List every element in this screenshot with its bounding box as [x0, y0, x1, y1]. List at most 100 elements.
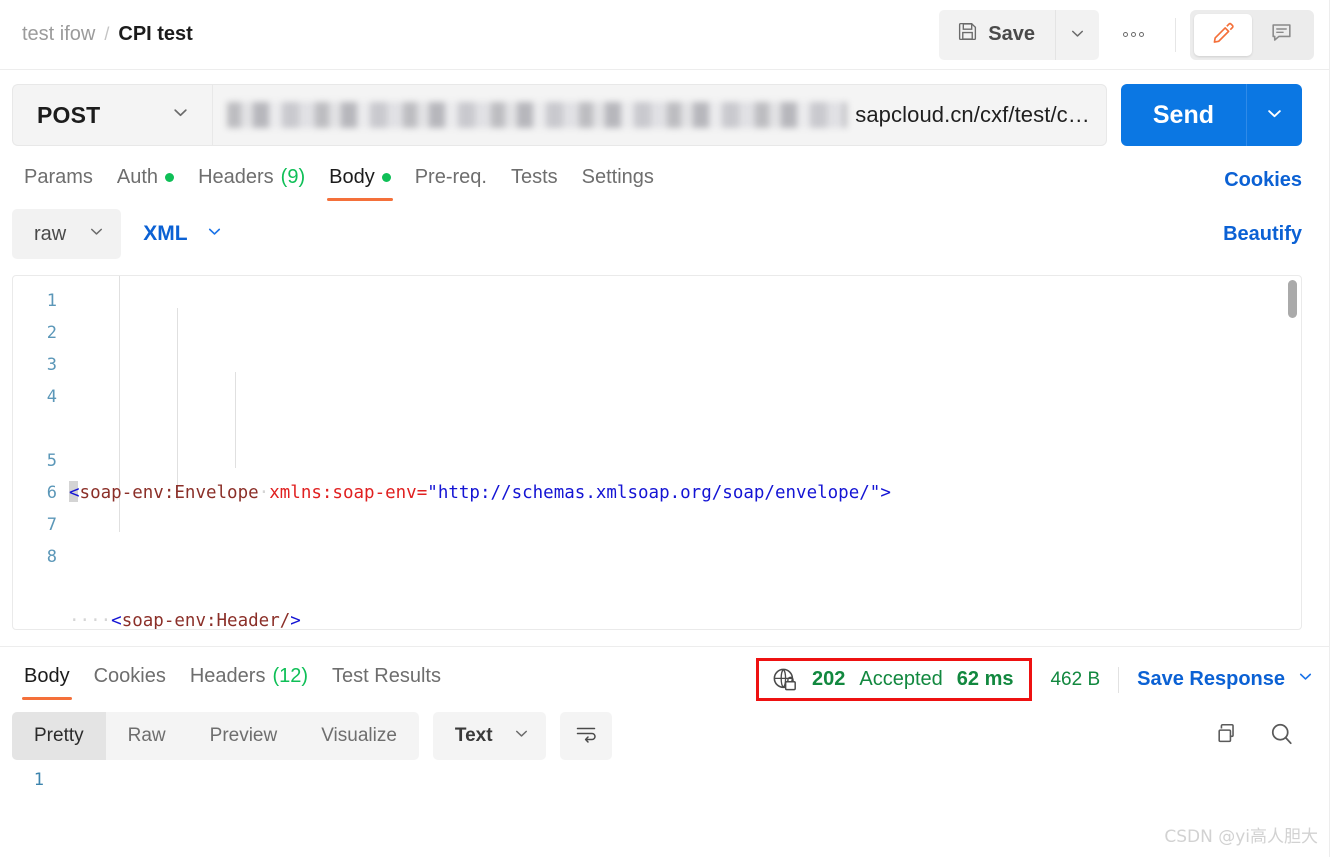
response-view-raw[interactable]: Raw — [106, 712, 188, 760]
cookies-link[interactable]: Cookies — [1224, 169, 1302, 192]
body-mode-label: raw — [34, 222, 67, 245]
response-view-segmented-control: Pretty Raw Preview Visualize — [12, 712, 419, 760]
response-format-label: Text — [454, 725, 493, 746]
request-body-editor[interactable]: 1 2 3 4 5 6 7 8 <soap-env:Envelope·xmlns… — [12, 275, 1302, 630]
line-number: 1 — [33, 770, 44, 790]
response-view-preview[interactable]: Preview — [188, 712, 300, 760]
response-tools-right — [1213, 720, 1314, 753]
code-token-tag: soap-env:Envelope — [79, 483, 259, 503]
response-format-select[interactable]: Text — [432, 712, 546, 760]
body-mode-select[interactable]: raw — [12, 209, 122, 259]
body-format-select[interactable]: XML — [137, 222, 228, 246]
status-text: 202 Accepted 62 ms — [812, 668, 1013, 691]
tab-settings[interactable]: Settings — [570, 158, 666, 203]
response-tab-headers-count: (12) — [272, 665, 309, 687]
chevron-down-icon — [513, 725, 530, 748]
response-tab-headers-label: Headers — [189, 665, 266, 687]
save-button-label: Save — [988, 23, 1035, 45]
tab-auth-label: Auth — [116, 166, 159, 188]
body-format-label: XML — [143, 222, 188, 245]
http-method-label: POST — [37, 101, 101, 128]
status-badge: 202 Accepted 62 ms — [756, 658, 1033, 701]
chevron-down-icon — [88, 223, 105, 246]
word-wrap-icon — [574, 722, 598, 751]
copy-button[interactable] — [1213, 720, 1240, 752]
save-response-label: Save Response — [1137, 668, 1285, 690]
header-actions: Save — [939, 0, 1314, 69]
tab-tests[interactable]: Tests — [499, 158, 570, 203]
url-input[interactable]: sapcloud.cn/cxf/test/c… — [212, 84, 1107, 146]
more-actions-button[interactable] — [1105, 10, 1161, 60]
tab-settings-label: Settings — [581, 166, 654, 188]
chevron-down-icon — [171, 103, 190, 127]
watermark: CSDN @yi高人胆大 — [1164, 827, 1318, 847]
response-view-visualize[interactable]: Visualize — [299, 712, 419, 760]
line-number: 7 — [46, 515, 57, 535]
request-tabs: Params Auth Headers (9) Body Pre-req. Te… — [0, 146, 1330, 203]
tab-headers[interactable]: Headers (9) — [186, 158, 317, 203]
response-body-viewer[interactable]: 1 — [0, 760, 1330, 790]
save-options-button[interactable] — [1055, 9, 1099, 60]
line-number: 2 — [46, 323, 57, 343]
beautify-link[interactable]: Beautify — [1223, 223, 1302, 246]
editor-line-numbers: 1 2 3 4 5 6 7 8 — [13, 276, 69, 629]
send-button-group: Send — [1120, 84, 1302, 146]
globe-lock-icon — [771, 666, 798, 693]
url-visible-text: sapcloud.cn/cxf/test/c… — [855, 102, 1090, 127]
breadcrumb-collection[interactable]: test ifow — [22, 23, 95, 46]
tab-tests-label: Tests — [510, 166, 558, 188]
chevron-down-icon — [1297, 668, 1314, 691]
comment-mode-button[interactable] — [1252, 14, 1310, 56]
tab-body[interactable]: Body — [317, 158, 403, 203]
http-method-select[interactable]: POST — [12, 84, 212, 146]
breadcrumb: test ifow / CPI test — [22, 23, 193, 46]
tab-params[interactable]: Params — [12, 158, 105, 203]
editor-scrollbar[interactable] — [1288, 280, 1297, 625]
code-token-value: "http://schemas.xmlsoap.org/soap/envelop… — [427, 483, 881, 503]
save-response-button[interactable]: Save Response — [1119, 668, 1314, 691]
tab-body-label: Body — [329, 166, 375, 188]
send-options-button[interactable] — [1246, 84, 1302, 146]
search-button[interactable] — [1268, 720, 1296, 753]
fold-guide — [235, 372, 236, 468]
response-tabs: Body Cookies Headers (12) Test Results 2… — [0, 647, 1330, 702]
edit-mode-button[interactable] — [1194, 13, 1252, 56]
response-tab-cookies-label: Cookies — [93, 665, 166, 687]
tab-auth[interactable]: Auth — [105, 158, 186, 203]
line-number: 4 — [46, 387, 57, 407]
response-time: 62 ms — [956, 668, 1014, 690]
header-divider — [1175, 17, 1176, 52]
tab-params-label: Params — [24, 166, 93, 188]
chevron-down-icon — [206, 222, 223, 246]
url-redacted-region — [227, 102, 848, 128]
body-type-row: raw XML Beautify — [0, 203, 1330, 259]
word-wrap-button[interactable] — [559, 712, 612, 760]
save-button[interactable]: Save — [939, 9, 1055, 60]
chevron-down-icon — [1069, 25, 1086, 45]
code-line-2: ····<soap-env:Header/> — [69, 611, 301, 629]
fold-guide — [177, 308, 178, 500]
response-tab-test-results[interactable]: Test Results — [320, 657, 453, 702]
request-header-bar: test ifow / CPI test Save — [0, 0, 1330, 70]
response-tab-headers[interactable]: Headers (12) — [178, 657, 320, 702]
send-button[interactable]: Send — [1120, 84, 1246, 146]
response-view-pretty[interactable]: Pretty — [12, 712, 106, 760]
pencil-icon — [1211, 20, 1236, 50]
status-code: 202 — [812, 668, 846, 690]
floppy-disk-icon — [957, 21, 978, 48]
response-tab-cookies[interactable]: Cookies — [82, 657, 178, 702]
breadcrumb-request-name[interactable]: CPI test — [118, 23, 192, 46]
save-button-group: Save — [939, 9, 1099, 60]
response-tab-body-label: Body — [24, 665, 70, 687]
editor-scrollbar-thumb[interactable] — [1288, 280, 1297, 318]
tab-pre-request[interactable]: Pre-req. — [403, 158, 499, 203]
url-bar: POST sapcloud.cn/cxf/test/c… Send — [0, 70, 1330, 146]
response-tab-body[interactable]: Body — [12, 657, 82, 702]
chevron-down-icon — [1265, 104, 1284, 126]
auth-configured-dot-icon — [165, 173, 175, 182]
code-token-tag: soap-env:Header/ — [121, 611, 291, 629]
editor-code-content[interactable]: <soap-env:Envelope·xmlns:soap-env="http:… — [69, 276, 1301, 629]
response-meta: 202 Accepted 62 ms 462 B Save Response — [756, 658, 1314, 701]
breadcrumb-separator: / — [104, 24, 110, 44]
tab-headers-count: (9) — [280, 166, 306, 188]
